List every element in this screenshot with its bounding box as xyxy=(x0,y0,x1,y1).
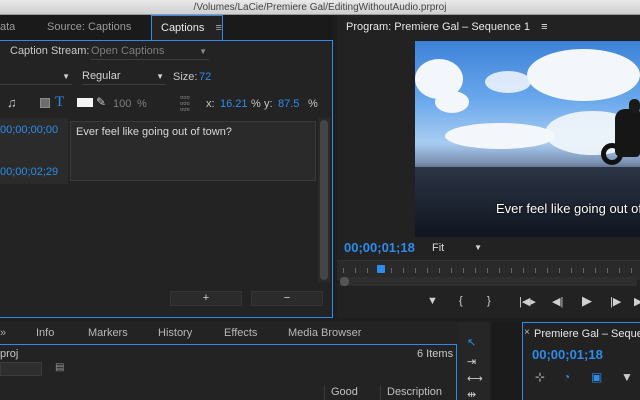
caption-stream-label: Caption Stream: xyxy=(10,45,90,57)
ripple-edit-tool-icon[interactable]: ⟷ xyxy=(467,372,483,385)
program-monitor-tab[interactable]: Program: Premiere Gal – Sequence 1 ≡ xyxy=(346,21,548,33)
chevron-down-icon: ▼ xyxy=(199,47,207,56)
program-monitor: Program: Premiere Gal – Sequence 1 ≡ Eve… xyxy=(337,15,640,318)
timeline-tab-title[interactable]: Premiere Gal – Seque xyxy=(534,328,640,340)
cloud-shape xyxy=(435,91,469,113)
step-back-icon[interactable]: ◀| xyxy=(552,295,563,308)
timeline-panel: × Premiere Gal – Seque 00;00;01;18 ⊹ ◔ ▣… xyxy=(522,322,640,400)
tab-markers[interactable]: Markers xyxy=(88,327,128,339)
chevron-down-icon: ▼ xyxy=(62,72,70,81)
x-value[interactable]: 16.21 xyxy=(220,98,248,110)
tab-metadata[interactable]: ata xyxy=(0,15,15,40)
opacity-value[interactable]: 100 xyxy=(113,98,131,110)
tools-panel: ↖ ⇥ ⟷ ⇹ xyxy=(458,322,490,400)
size-value[interactable]: 72 xyxy=(199,71,211,83)
tab-source-captions[interactable]: Source: Captions xyxy=(47,15,131,40)
y-label: y: xyxy=(264,98,273,110)
panel-separator xyxy=(492,322,522,400)
panel-menu-icon[interactable]: ≡ xyxy=(215,22,221,34)
playhead-marker[interactable] xyxy=(377,265,385,273)
new-bin-icon[interactable]: ▤ xyxy=(55,362,64,373)
column-header-description[interactable]: Description xyxy=(380,385,442,400)
scooter-body xyxy=(615,109,640,157)
tab-captions[interactable]: Captions ≡ xyxy=(151,15,223,40)
caption-list-scrollbar[interactable] xyxy=(318,118,330,282)
cloud-shape xyxy=(485,71,531,93)
add-marker-icon[interactable]: ▼ xyxy=(427,295,438,307)
captions-panel: ata Source: Captions Captions ≡ Caption … xyxy=(0,15,333,318)
rider-silhouette xyxy=(629,99,640,113)
scrollbar-thumb[interactable] xyxy=(320,120,328,280)
close-icon[interactable]: × xyxy=(524,327,530,338)
program-timecode[interactable]: 00;00;01;18 xyxy=(344,240,415,255)
size-label: Size: xyxy=(173,71,198,83)
snap-icon[interactable]: ◔ xyxy=(563,370,570,384)
tab-captions-label: Captions xyxy=(161,22,205,34)
add-caption-button[interactable]: + xyxy=(170,291,242,306)
fit-value: Fit xyxy=(432,242,445,254)
tab-media-browser[interactable]: Media Browser xyxy=(288,327,361,339)
nest-sequence-icon[interactable]: ⊹ xyxy=(535,370,545,384)
play-icon[interactable]: ▶ xyxy=(582,293,592,309)
go-to-out-icon[interactable]: ▶▶ xyxy=(634,295,640,308)
project-search-input[interactable] xyxy=(0,362,42,376)
position-grid-icon[interactable]: ▫▫▫ ▫▫▫ ▫▫▫ xyxy=(180,93,190,114)
project-name: proj xyxy=(0,348,19,360)
caption-stream-value: Open Captions xyxy=(91,45,165,57)
zoom-fit-dropdown[interactable]: Fit ▼ xyxy=(432,241,484,256)
captions-tabbar: ata Source: Captions Captions ≡ xyxy=(0,15,333,40)
font-style-value: Regular xyxy=(82,70,121,82)
mark-out-icon[interactable]: } xyxy=(487,295,491,307)
text-color-swatch[interactable] xyxy=(77,98,93,107)
column-header-good[interactable]: Good xyxy=(324,385,358,400)
cloud-shape xyxy=(527,49,640,101)
zoom-scrollbar[interactable] xyxy=(340,277,637,286)
zoom-handle[interactable] xyxy=(340,277,349,286)
timeline-timecode[interactable]: 00;00;01;18 xyxy=(532,347,603,362)
background-color-swatch[interactable] xyxy=(40,98,50,108)
music-note-icon[interactable]: ♫ xyxy=(7,95,17,110)
caption-in-time[interactable]: 00;00;00;00 xyxy=(0,124,58,136)
project-panel: » Info Markers History Effects Media Bro… xyxy=(0,322,458,400)
linked-selection-icon[interactable]: ▣ xyxy=(591,370,602,384)
caption-text-field[interactable]: Ever feel like going out of town? xyxy=(70,121,316,181)
y-value[interactable]: 87.5 xyxy=(278,98,299,110)
chevron-down-icon: ▼ xyxy=(156,72,164,81)
text-tool-icon[interactable]: T xyxy=(55,94,64,111)
x-unit: % xyxy=(251,98,261,110)
opacity-unit: % xyxy=(137,98,147,110)
font-style-dropdown[interactable]: Regular ▼ xyxy=(82,69,166,85)
tab-info[interactable]: Info xyxy=(36,327,54,339)
chevron-down-icon: ▼ xyxy=(474,243,482,252)
add-marker-icon[interactable]: ▼ xyxy=(621,370,633,384)
caption-timecodes: 00;00;00;00 00;00;02;29 xyxy=(0,118,68,184)
track-select-tool-icon[interactable]: ⇥ xyxy=(467,355,476,368)
step-forward-icon[interactable]: |▶ xyxy=(610,295,621,308)
panel-menu-icon[interactable]: » xyxy=(0,327,6,339)
caption-list: 00;00;00;00 00;00;02;29 Ever feel like g… xyxy=(0,118,318,184)
selection-tool-icon[interactable]: ↖ xyxy=(467,336,476,349)
remove-caption-button[interactable]: − xyxy=(251,291,323,306)
caption-stream-dropdown[interactable]: Open Captions ▼ xyxy=(91,44,209,60)
caption-out-time[interactable]: 00;00;02;29 xyxy=(0,166,58,178)
window-title-bar: /Volumes/LaCie/Premiere Gal/EditingWitho… xyxy=(0,0,640,15)
tab-effects[interactable]: Effects xyxy=(224,327,257,339)
go-to-in-icon[interactable]: |◀▸ xyxy=(519,295,536,308)
x-label: x: xyxy=(206,98,215,110)
y-unit: % xyxy=(308,98,318,110)
font-family-dropdown[interactable]: ▼ xyxy=(0,69,72,85)
window-title: /Volumes/LaCie/Premiere Gal/EditingWitho… xyxy=(193,2,447,13)
panel-menu-icon[interactable]: ≡ xyxy=(541,21,547,33)
tab-history[interactable]: History xyxy=(158,327,192,339)
mark-in-icon[interactable]: { xyxy=(459,295,463,307)
rolling-edit-tool-icon[interactable]: ⇹ xyxy=(467,388,476,400)
cloud-shape xyxy=(445,123,555,149)
items-count: 6 Items xyxy=(417,348,454,360)
caption-overlay-text: Ever feel like going out of xyxy=(496,201,640,216)
eyedropper-icon[interactable]: ✎ xyxy=(96,95,106,109)
program-monitor-title: Program: Premiere Gal – Sequence 1 xyxy=(346,21,531,33)
